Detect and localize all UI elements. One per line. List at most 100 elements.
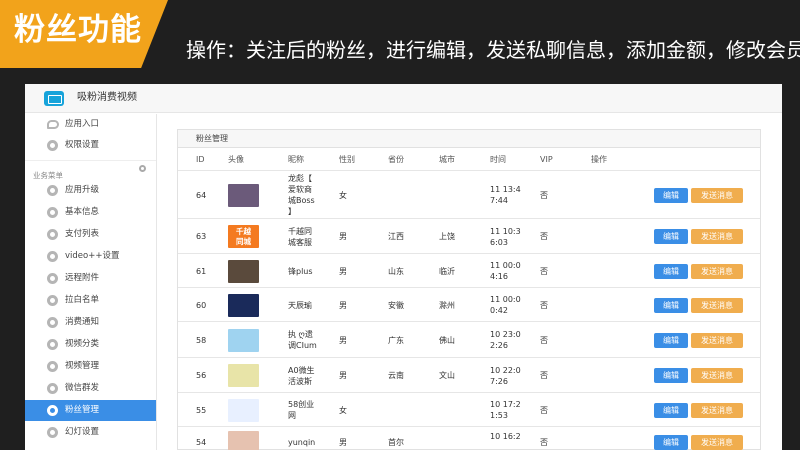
send-message-button[interactable]: 发送消息: [691, 187, 743, 203]
fan-time-line: 7:26: [490, 376, 508, 386]
fan-gender: 男: [339, 371, 347, 380]
fan-nickname-line: 城Boss: [288, 196, 315, 205]
fan-nickname-line: 千越同: [288, 226, 312, 236]
fan-nickname: 锋plus: [288, 266, 313, 277]
avatar: [228, 183, 259, 207]
sidebar-item-label: 应用升级: [65, 185, 100, 195]
column-header: 昵称: [288, 155, 304, 164]
sidebar-item-11[interactable]: 幻灯设置: [25, 422, 156, 443]
fan-time: 10 16:2: [490, 431, 521, 442]
avatar: [228, 259, 259, 283]
table-row: 64 龙彪【 爱软商 城Boss 】 女 11 13:4 7:44 否 编辑 发送消息: [178, 170, 760, 218]
sidebar-item-label: 权限设置: [65, 140, 100, 150]
fan-vip: 否: [540, 190, 548, 200]
send-message-button[interactable]: 发送消息: [691, 402, 743, 418]
fan-time-line: 11 00:0: [490, 261, 521, 270]
fans-management-panel: 粉丝管理 ID 头像 昵称 性别 省份 城市 时间 VIP 操作 64 龙彪【 爱软商 城Boss】女 1…: [177, 129, 761, 450]
sidebar-item-7[interactable]: 视频分类: [25, 334, 156, 355]
fan-id: 56: [196, 371, 207, 380]
edit-button[interactable]: 编辑: [654, 332, 688, 348]
edit-button[interactable]: 编辑: [654, 229, 688, 244]
sidebar-item-9[interactable]: 微信群发: [25, 378, 156, 399]
column-header: 操作: [591, 155, 607, 164]
fan-id: 63: [196, 232, 207, 241]
sidebar-group-header[interactable]: 业务菜单: [33, 163, 156, 180]
fan-nickname: 龙彪【 爱软商 城Boss 】: [288, 173, 315, 217]
column-header: 时间: [490, 155, 506, 164]
fan-time-line: 4:16: [490, 272, 508, 281]
fan-province: 安徽: [388, 300, 404, 310]
fan-vip: 否: [540, 437, 548, 447]
edit-button[interactable]: 编辑: [654, 187, 688, 203]
sidebar-item-top-0[interactable]: 应用入口: [25, 114, 156, 135]
avatar: [228, 293, 259, 317]
sidebar-item-4[interactable]: 远程附件: [25, 268, 156, 289]
fan-time-line: 10 16:2: [490, 432, 521, 441]
fan-time-line: 6:03: [490, 237, 508, 247]
fan-time-line: 10 23:0: [490, 330, 521, 339]
sidebar-item-8[interactable]: 视频管理: [25, 356, 156, 377]
fan-time: 11 10:3 6:03: [490, 226, 521, 248]
fan-nickname: 执 ღ遗调CIum: [288, 329, 317, 351]
fan-nickname: A0微生 活波斯: [288, 365, 315, 387]
fan-time-line: 10 22:0: [490, 365, 521, 375]
fan-nickname-line: 活波斯: [288, 376, 312, 386]
gear-icon: [47, 383, 58, 394]
fan-nickname-line: 执 ღ遗: [288, 330, 313, 339]
chat-bubble-icon: [47, 120, 59, 129]
sidebar-item-top-1[interactable]: 权限设置: [25, 135, 156, 156]
fan-nickname: yunqin: [288, 437, 315, 448]
fan-time-line: 10 17:2: [490, 400, 521, 409]
sidebar-item-label: 微信群发: [65, 383, 100, 393]
edit-button[interactable]: 编辑: [654, 263, 688, 279]
table-row: 63 千越 同城 千越同 城客服 男 江西 上饶 11 10:3 6:03 否 编辑 发送消息: [178, 218, 760, 253]
send-message-button[interactable]: 发送消息: [691, 368, 743, 383]
column-header: ID: [196, 155, 205, 164]
send-message-button[interactable]: 发送消息: [691, 434, 743, 450]
app-topbar: 吸粉消费视频: [25, 84, 782, 113]
edit-button[interactable]: 编辑: [654, 368, 688, 383]
fan-time: 10 17:2 1:53: [490, 399, 521, 421]
gear-icon: [47, 140, 58, 151]
sidebar-item-10[interactable]: 粉丝管理: [25, 400, 156, 421]
tv-logo-icon: [44, 91, 64, 106]
sidebar-item-5[interactable]: 拉白名单: [25, 290, 156, 311]
fan-time-line: 1:53: [490, 411, 508, 420]
column-header: 头像: [228, 155, 244, 164]
fan-nickname: 千越同 城客服: [288, 226, 312, 248]
gear-icon: [47, 427, 58, 438]
fan-time: 10 22:0 7:26: [490, 365, 521, 387]
fan-vip: 否: [540, 335, 548, 345]
sidebar-item-label: 远程附件: [65, 273, 100, 283]
sidebar-item-1[interactable]: 基本信息: [25, 202, 156, 223]
sidebar-item-0[interactable]: 应用升级: [25, 180, 156, 201]
gear-icon: [47, 405, 58, 416]
banner-title: 粉丝功能: [14, 12, 142, 48]
fan-gender: 男: [339, 335, 347, 345]
fan-time-line: 2:26: [490, 341, 508, 350]
fan-nickname-line: 调CIum: [288, 341, 317, 350]
edit-button[interactable]: 编辑: [654, 434, 688, 450]
send-message-button[interactable]: 发送消息: [691, 229, 743, 244]
fan-gender: 女: [339, 405, 347, 415]
send-message-button[interactable]: 发送消息: [691, 297, 743, 313]
send-message-button[interactable]: 发送消息: [691, 263, 743, 279]
fan-time: 10 23:0 2:26: [490, 329, 521, 351]
avatar: [228, 328, 259, 352]
sidebar-item-label: 视频分类: [65, 339, 100, 349]
table-row: 56 A0微生 活波斯 男 云南 文山 10 22:0 7:26 否 编辑 发送消息: [178, 357, 760, 392]
sidebar-item-3[interactable]: video++设置: [25, 246, 156, 267]
gear-icon: [47, 361, 58, 372]
gear-icon[interactable]: [139, 165, 146, 172]
edit-button[interactable]: 编辑: [654, 402, 688, 418]
avatar: [228, 364, 259, 387]
fan-nickname-line: A0微生: [288, 365, 315, 375]
sidebar-item-6[interactable]: 消费通知: [25, 312, 156, 333]
fan-id: 54: [196, 437, 207, 447]
sidebar-item-label: 消费通知: [65, 317, 100, 327]
edit-button[interactable]: 编辑: [654, 297, 688, 313]
sidebar-item-2[interactable]: 支付列表: [25, 224, 156, 245]
send-message-button[interactable]: 发送消息: [691, 332, 743, 348]
table-row: 55 58创业网 女 10 17:2 1:53 否 编辑 发送消息: [178, 392, 760, 426]
table-row: 58 执 ღ遗 调CIum 男 广东 佛山 10 23:0 2:26 否 编辑 发送消息: [178, 321, 760, 357]
